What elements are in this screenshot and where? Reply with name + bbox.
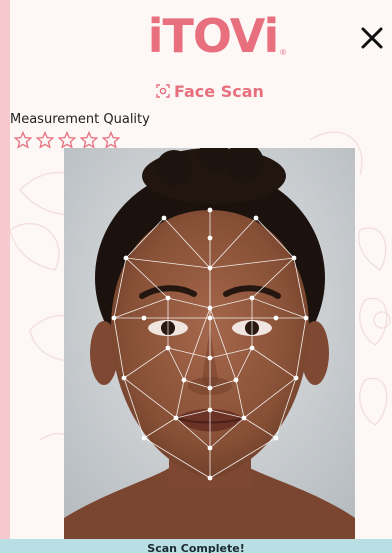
- face-scan-label: Face Scan: [174, 81, 264, 101]
- logo-wordmark: iTOVi: [147, 9, 280, 63]
- star-icon[interactable]: [14, 131, 32, 149]
- star-icon[interactable]: [102, 131, 120, 149]
- scan-card: iTOVi ® Face Scan Measurement Quality: [10, 0, 392, 553]
- star-icon[interactable]: [36, 131, 54, 149]
- quality-rating: [14, 131, 120, 149]
- face-mesh-portrait: [64, 148, 355, 540]
- scan-status-text: Scan Complete!: [147, 542, 245, 553]
- measurement-quality-label: Measurement Quality: [10, 112, 150, 127]
- face-scan-icon: [156, 84, 170, 98]
- star-icon[interactable]: [80, 131, 98, 149]
- scan-status-bar: Scan Complete!: [0, 539, 392, 553]
- face-scan-photo: [64, 148, 355, 540]
- registered-mark: ®: [280, 48, 286, 57]
- star-icon[interactable]: [58, 131, 76, 149]
- itovi-logo: iTOVi ®: [128, 8, 298, 78]
- close-icon: [361, 27, 383, 49]
- face-scan-title: Face Scan: [156, 80, 296, 102]
- close-button[interactable]: [352, 18, 392, 58]
